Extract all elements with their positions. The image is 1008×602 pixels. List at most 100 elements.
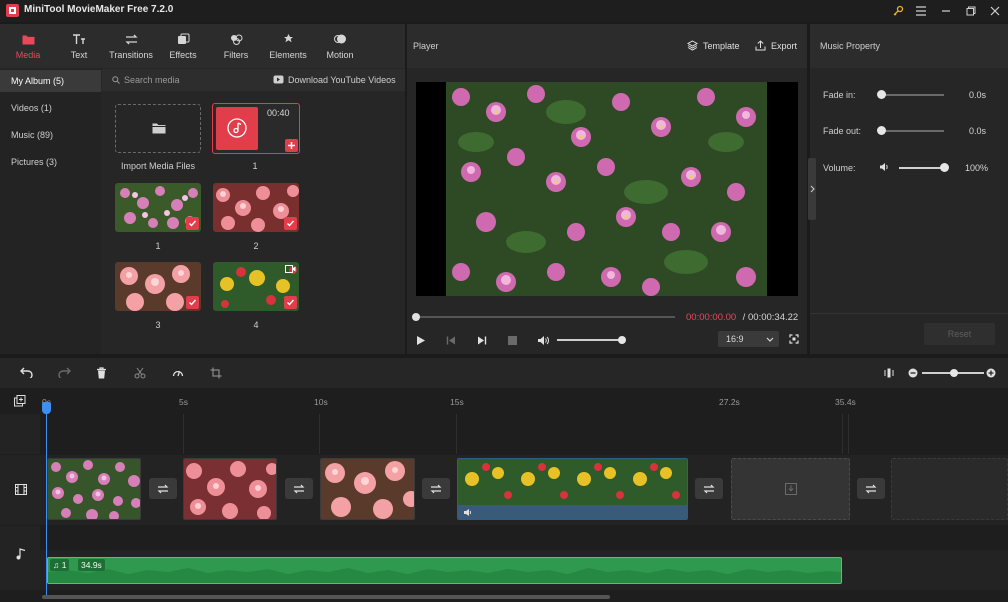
sidebar-item-music[interactable]: Music (89) xyxy=(0,124,101,146)
ruler-label: 10s xyxy=(314,397,328,407)
play-icon[interactable] xyxy=(416,335,426,346)
aspect-ratio-select[interactable]: 16:9 xyxy=(718,331,779,347)
zoom-in-icon[interactable] xyxy=(986,368,996,378)
music-volume-slider[interactable] xyxy=(899,167,944,169)
collapse-panel-handle[interactable] xyxy=(808,158,816,220)
close-icon[interactable] xyxy=(985,2,1005,20)
crop-icon[interactable] xyxy=(210,367,222,379)
speed-icon[interactable] xyxy=(172,367,184,379)
playhead[interactable] xyxy=(46,405,47,597)
volume-slider-handle[interactable] xyxy=(618,336,626,344)
timeline-clip-1[interactable] xyxy=(47,458,141,520)
checked-icon xyxy=(284,296,297,309)
search-icon xyxy=(112,76,120,84)
ruler-label: 27.2s xyxy=(719,397,740,407)
player-title: Player xyxy=(413,41,439,51)
total-time: 00:00:34.22 xyxy=(748,312,799,323)
time-separator: / xyxy=(740,312,748,323)
transition-slot-5[interactable] xyxy=(857,478,885,499)
export-button[interactable]: Export xyxy=(771,41,797,51)
drop-media-placeholder[interactable] xyxy=(891,458,1008,520)
menu-icon[interactable] xyxy=(911,2,931,20)
fade-out-slider-handle[interactable] xyxy=(877,126,886,135)
playback-progress-bar[interactable] xyxy=(415,316,675,318)
app-title: MiniTool MovieMaker Free 7.2.0 xyxy=(24,4,174,15)
checked-icon xyxy=(186,296,199,309)
ruler-gridline xyxy=(456,414,457,454)
timeline-clip-3[interactable] xyxy=(320,458,415,520)
media-item-label: 4 xyxy=(253,320,259,330)
transitions-icon xyxy=(124,32,138,46)
audio-clip[interactable] xyxy=(47,557,842,584)
stop-icon[interactable] xyxy=(508,336,517,345)
ruler-gridline xyxy=(319,414,320,454)
key-icon[interactable] xyxy=(888,2,908,20)
maximize-icon[interactable] xyxy=(961,2,981,20)
add-icon[interactable] xyxy=(285,139,298,152)
timeline-ruler[interactable] xyxy=(0,388,1008,414)
timeline-horizontal-scrollbar[interactable] xyxy=(42,595,610,599)
drop-media-placeholder[interactable] xyxy=(731,458,850,520)
minimize-icon[interactable] xyxy=(936,2,956,20)
tab-label: Filters xyxy=(223,50,249,60)
transition-slot-4[interactable] xyxy=(695,478,723,499)
fullscreen-icon[interactable] xyxy=(789,334,799,344)
folder-icon xyxy=(152,122,166,134)
undo-icon[interactable] xyxy=(20,367,33,378)
tab-filters[interactable]: Filters xyxy=(210,24,262,68)
transition-slot-3[interactable] xyxy=(422,478,450,499)
transition-slot-2[interactable] xyxy=(285,478,313,499)
checked-icon xyxy=(186,217,199,230)
split-scissors-icon[interactable] xyxy=(134,367,146,379)
tab-elements[interactable]: Elements xyxy=(262,24,314,68)
app-logo-icon xyxy=(6,4,19,17)
audio-clip-duration: 34.9s xyxy=(78,559,105,571)
zoom-out-icon[interactable] xyxy=(908,368,918,378)
next-frame-icon[interactable] xyxy=(477,336,487,345)
tab-text[interactable]: Text xyxy=(53,24,105,68)
playhead-handle[interactable] xyxy=(42,402,51,414)
volume-slider[interactable] xyxy=(557,339,623,341)
fit-timeline-icon[interactable] xyxy=(884,368,894,378)
playback-progress-handle[interactable] xyxy=(412,313,420,321)
music-track-icon xyxy=(16,548,26,560)
delete-icon[interactable] xyxy=(96,367,107,379)
clip-audio-icon xyxy=(463,508,473,517)
add-track-icon[interactable] xyxy=(14,395,26,407)
timeline-clip-2[interactable] xyxy=(183,458,277,520)
sidebar-item-my-album[interactable]: My Album (5) xyxy=(0,70,101,92)
music-media-item[interactable]: 00:40 xyxy=(212,103,300,154)
zoom-slider-handle[interactable] xyxy=(950,369,958,377)
fade-in-slider[interactable] xyxy=(881,94,944,96)
previous-frame-icon[interactable] xyxy=(446,336,456,345)
transition-slot-1[interactable] xyxy=(149,478,177,499)
elements-icon xyxy=(282,32,295,46)
text-track-header xyxy=(0,414,40,454)
redo-icon[interactable] xyxy=(58,367,71,378)
folder-icon xyxy=(22,32,35,46)
tab-label: Media xyxy=(15,50,41,60)
tab-label: Text xyxy=(70,50,88,60)
tab-motion[interactable]: Motion xyxy=(314,24,366,68)
timeline-clip-4[interactable] xyxy=(457,458,688,520)
audio-waveform xyxy=(48,568,841,583)
sidebar-item-videos[interactable]: Videos (1) xyxy=(0,97,101,119)
import-media-button[interactable] xyxy=(115,104,201,153)
reset-button[interactable]: Reset xyxy=(924,323,995,345)
tab-label: Transitions xyxy=(109,50,153,60)
tab-media[interactable]: Media xyxy=(2,24,54,68)
fade-in-slider-handle[interactable] xyxy=(877,90,886,99)
music-thumbnail xyxy=(216,107,258,150)
volume-icon[interactable] xyxy=(537,335,549,346)
fade-in-label: Fade in: xyxy=(823,90,856,100)
video-track-icon xyxy=(15,484,27,495)
download-youtube-link[interactable]: Download YouTube Videos xyxy=(288,75,396,85)
audio-clip-index: 1 xyxy=(61,560,67,570)
media-item-label: 3 xyxy=(155,320,161,330)
tab-transitions[interactable]: Transitions xyxy=(105,24,157,68)
fade-out-slider[interactable] xyxy=(881,130,944,132)
tab-effects[interactable]: Effects xyxy=(157,24,209,68)
sidebar-item-pictures[interactable]: Pictures (3) xyxy=(0,151,101,173)
search-input[interactable]: Search media xyxy=(124,75,180,85)
template-button[interactable]: Template xyxy=(703,41,740,51)
